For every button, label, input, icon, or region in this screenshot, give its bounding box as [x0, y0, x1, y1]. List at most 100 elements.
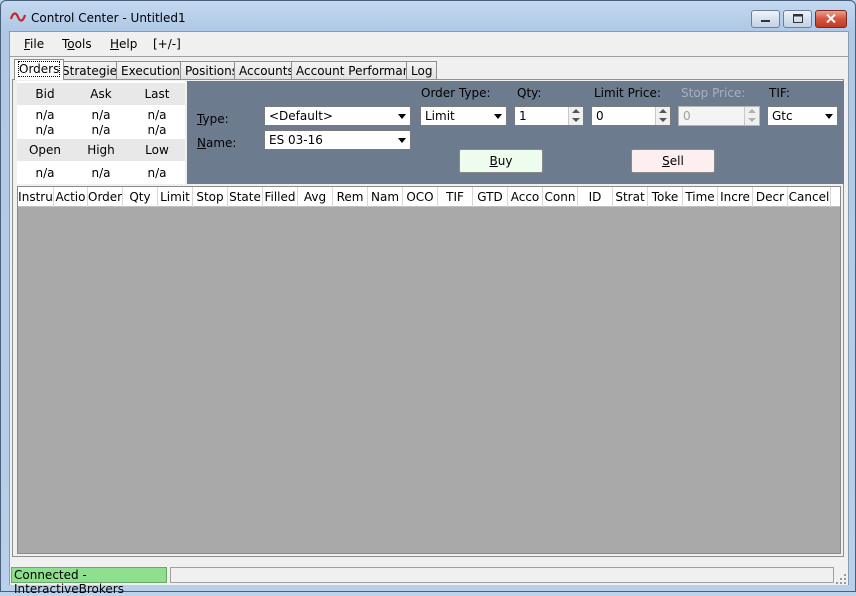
tab-positions-label: Positions: [185, 64, 238, 78]
menu-file[interactable]: File: [24, 37, 44, 51]
column-header[interactable]: Nam: [368, 187, 403, 207]
column-header[interactable]: Strat: [613, 187, 648, 207]
limit-price-value: 0: [596, 109, 604, 123]
qty-label: Qty:: [517, 86, 542, 100]
quote-header-open: Open: [28, 143, 62, 157]
tab-executions-label: Executions: [121, 64, 187, 78]
tif-label: TIF:: [769, 86, 790, 100]
order-type-select[interactable]: Limit: [420, 106, 507, 126]
column-header[interactable]: Order: [88, 187, 123, 207]
tab-accounts-label: Accounts: [239, 64, 294, 78]
column-header[interactable]: OCO: [403, 187, 438, 207]
name-label: Name:: [197, 136, 236, 150]
quote-header-row: Bid Ask Last: [17, 83, 185, 105]
tif-value: Gtc: [772, 109, 793, 123]
column-header[interactable]: Incre: [718, 187, 753, 207]
quote-header-last: Last: [144, 87, 170, 101]
maximize-button[interactable]: [783, 10, 812, 28]
chevron-down-icon: [398, 138, 406, 143]
menu-bar: File Tools Help [+/-]: [10, 32, 848, 56]
sell-button[interactable]: Sell: [631, 149, 715, 173]
menu-toggle[interactable]: [+/-]: [153, 37, 181, 51]
column-header[interactable]: Rem: [333, 187, 368, 207]
menu-tools-label: ols: [74, 37, 92, 51]
column-header[interactable]: Toke: [648, 187, 683, 207]
column-header[interactable]: Actio: [54, 187, 88, 207]
menu-tools[interactable]: Tools: [62, 37, 92, 51]
qty-value: 1: [519, 109, 527, 123]
chevron-down-icon: [825, 114, 833, 119]
quote-ask-size: n/a: [91, 123, 111, 137]
instrument-select-value: ES 03-16: [269, 133, 323, 147]
quote-header-low: Low: [145, 143, 169, 157]
title-bar[interactable]: Control Center - Untitled1: [1, 1, 855, 31]
column-header[interactable]: Avg: [298, 187, 333, 207]
menu-tools-accel: o: [67, 37, 75, 51]
tab-log[interactable]: Log: [406, 61, 438, 79]
spin-down-icon: [659, 118, 667, 122]
spin-buttons[interactable]: [655, 107, 670, 125]
column-header[interactable]: Time: [683, 187, 718, 207]
tab-log-label: Log: [411, 64, 433, 78]
chevron-down-icon: [398, 114, 406, 119]
connection-status: Connected - InteractiveBrokers: [11, 567, 167, 596]
menu-help[interactable]: Help: [110, 37, 137, 51]
stop-price-value: 0: [683, 109, 691, 123]
menu-divider: [10, 56, 848, 57]
quote-last-value: n/a: [147, 108, 167, 122]
column-header[interactable]: Qty: [123, 187, 158, 207]
stop-price-label: Stop Price:: [681, 86, 746, 100]
instrument-select[interactable]: ES 03-16: [264, 130, 411, 150]
orders-tab-panel: Bid Ask Last n/a n/a n/a n/a n/a n/a Ope…: [12, 79, 844, 557]
status-panel: [170, 567, 834, 583]
quote-header-ask: Ask: [90, 87, 112, 101]
column-header[interactable]: GTD: [473, 187, 508, 207]
buy-button-accel: B: [489, 154, 498, 168]
limit-price-stepper[interactable]: 0: [591, 106, 671, 126]
column-header[interactable]: TIF: [438, 187, 473, 207]
column-header[interactable]: Instru: [18, 187, 54, 207]
menu-help-label: elp: [119, 37, 138, 51]
tab-orders[interactable]: Orders: [14, 59, 65, 80]
quote-high-value: n/a: [91, 166, 111, 180]
sell-button-label: ell: [669, 154, 684, 168]
type-select[interactable]: <Default>: [264, 106, 411, 126]
quote-low-value: n/a: [147, 166, 167, 180]
column-header[interactable]: Acco: [508, 187, 543, 207]
spin-buttons: [744, 107, 759, 125]
tab-accounts[interactable]: Accounts: [234, 61, 299, 79]
menu-file-label: ile: [30, 37, 45, 51]
column-header[interactable]: Limit: [158, 187, 193, 207]
control-center-window: Control Center - Untitled1 File Tools He…: [0, 0, 856, 596]
spin-down-icon: [572, 118, 580, 122]
column-header[interactable]: Stop: [193, 187, 228, 207]
limit-price-label: Limit Price:: [594, 86, 661, 100]
spin-buttons[interactable]: [568, 107, 583, 125]
menu-help-accel: H: [110, 37, 120, 51]
order-type-label: Order Type:: [421, 86, 491, 100]
spin-up-icon: [748, 109, 756, 113]
column-header[interactable]: State: [228, 187, 263, 207]
name-label-text: ame:: [205, 136, 237, 150]
column-header[interactable]: ID: [578, 187, 613, 207]
close-button[interactable]: [815, 10, 847, 28]
qty-stepper[interactable]: 1: [514, 106, 584, 126]
quote-box: Bid Ask Last n/a n/a n/a n/a n/a n/a Ope…: [17, 81, 185, 184]
column-header[interactable]: Decr: [753, 187, 788, 207]
column-header[interactable]: Filled: [263, 187, 298, 207]
resize-grip-icon[interactable]: [836, 573, 846, 584]
orders-grid[interactable]: Instru Actio Order Qty Limit Stop State Filled A…: [17, 186, 841, 554]
order-entry-panel: Type: <Default> Name: ES 03-16 Order Typ…: [187, 81, 844, 184]
status-bar: Connected - InteractiveBrokers: [10, 565, 848, 596]
minimize-button[interactable]: [751, 10, 780, 28]
column-header[interactable]: Cancel: [788, 187, 831, 207]
maximize-icon: [792, 12, 803, 26]
stop-price-stepper: 0: [678, 106, 760, 126]
type-label: Type:: [197, 112, 229, 126]
tab-orders-label: Orders: [17, 61, 61, 77]
column-header[interactable]: Conn: [543, 187, 578, 207]
buy-button[interactable]: Buy: [459, 149, 543, 173]
tif-select[interactable]: Gtc: [767, 106, 838, 126]
type-label-text: ype:: [202, 112, 229, 126]
app-logo-icon: [9, 11, 27, 26]
